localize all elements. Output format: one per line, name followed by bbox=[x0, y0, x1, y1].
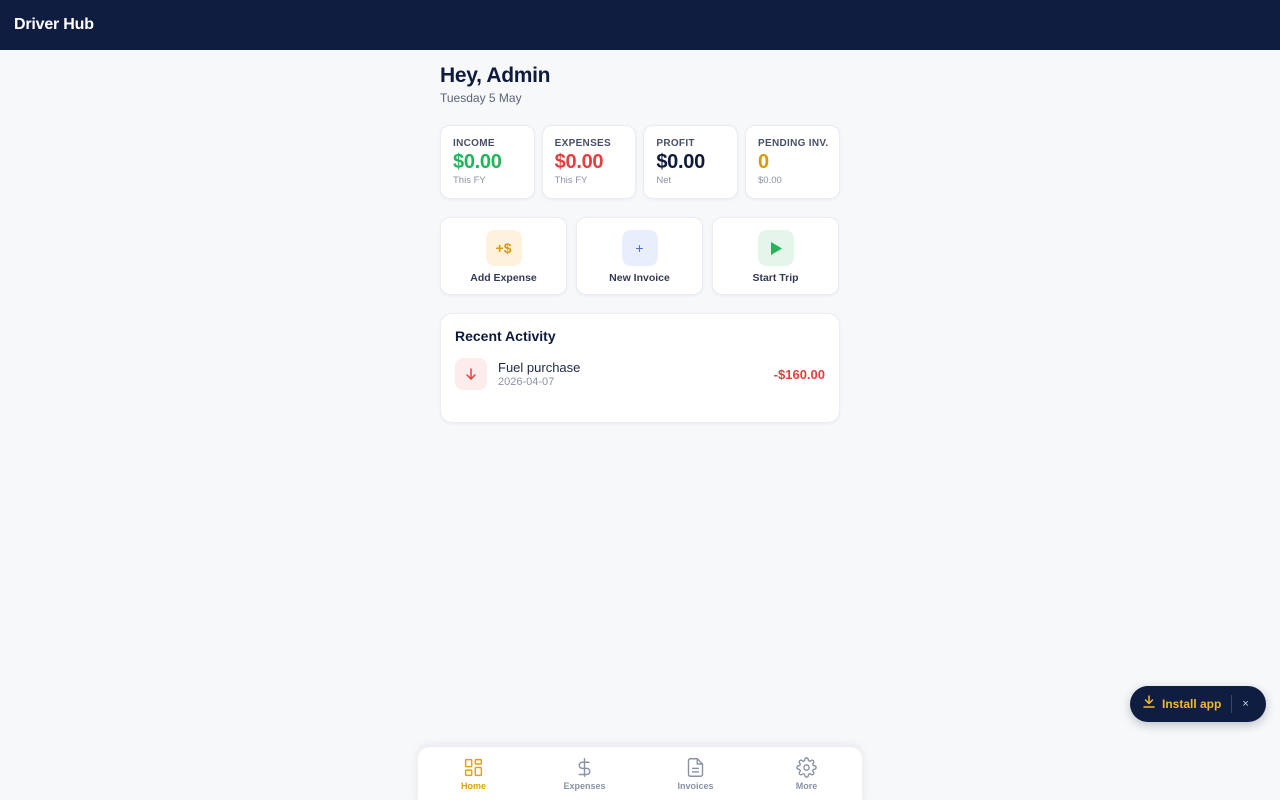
stat-value: $0.00 bbox=[656, 151, 705, 173]
nav-item-invoices[interactable]: Invoices bbox=[640, 747, 751, 800]
stat-label: EXPENSES bbox=[554, 138, 611, 149]
stat-sub: $0.00 bbox=[758, 175, 782, 186]
action-label: Add Expense bbox=[470, 272, 537, 284]
stat-label: PENDING INV. bbox=[758, 138, 829, 149]
download-icon bbox=[1143, 695, 1155, 713]
stat-value: $0.00 bbox=[554, 151, 604, 173]
nav-label: Invoices bbox=[677, 781, 714, 791]
dashboard-main: Hey, Admin Tuesday 5 May INCOME $0.00 Th… bbox=[440, 50, 841, 423]
arrow-down-icon bbox=[455, 358, 487, 390]
document-icon bbox=[687, 758, 704, 777]
nav-label: Home bbox=[460, 781, 486, 791]
greeting-date: Tuesday 5 May bbox=[440, 91, 522, 105]
play-icon bbox=[757, 230, 794, 266]
activity-amount: -$160.00 bbox=[773, 366, 825, 382]
stat-value: $0.00 bbox=[453, 151, 502, 173]
stat-card-profit: PROFIT $0.00 Net bbox=[643, 125, 739, 199]
stat-card-pending-invoices: PENDING INV. 0 $0.00 bbox=[745, 125, 841, 199]
action-label: Start Trip bbox=[752, 272, 799, 284]
app-title: Driver Hub bbox=[14, 16, 94, 33]
stat-sub: This FY bbox=[554, 175, 588, 186]
install-app-label: Install app bbox=[1162, 697, 1222, 711]
dollar-icon bbox=[578, 758, 591, 777]
stat-card-expenses: EXPENSES $0.00 This FY bbox=[541, 125, 637, 199]
add-expense-button[interactable]: +$ Add Expense bbox=[440, 217, 567, 295]
recent-activity-title: Recent Activity bbox=[455, 328, 556, 344]
close-icon[interactable]: × bbox=[1242, 698, 1248, 710]
greeting-title: Hey, Admin bbox=[440, 64, 551, 87]
stat-label: INCOME bbox=[453, 138, 495, 149]
activity-date: 2026-04-07 bbox=[498, 376, 555, 388]
recent-activity-card: Recent Activity Fuel purchase 2026-04-07… bbox=[440, 313, 840, 423]
top-bar: Driver Hub bbox=[0, 0, 1280, 50]
activity-item[interactable]: Fuel purchase 2026-04-07 -$160.00 bbox=[455, 358, 825, 390]
quick-actions: +$ Add Expense + New Invoice Start Trip bbox=[440, 217, 840, 295]
gear-icon bbox=[796, 757, 817, 778]
grid-icon bbox=[464, 758, 483, 777]
nav-label: More bbox=[795, 781, 818, 791]
install-app-button[interactable]: Install app bbox=[1143, 695, 1221, 713]
nav-item-expenses[interactable]: Expenses bbox=[529, 747, 640, 800]
new-invoice-button[interactable]: + New Invoice bbox=[576, 217, 703, 295]
stat-label: PROFIT bbox=[656, 138, 695, 149]
nav-item-home[interactable]: Home bbox=[418, 747, 529, 800]
divider bbox=[1231, 695, 1233, 713]
activity-name: Fuel purchase bbox=[498, 360, 581, 375]
stat-value: 0 bbox=[758, 151, 769, 173]
nav-label: Expenses bbox=[563, 781, 606, 791]
plus-icon: + bbox=[621, 230, 658, 266]
stat-sub: This FY bbox=[453, 175, 486, 186]
action-label: New Invoice bbox=[609, 272, 670, 284]
stats-row: INCOME $0.00 This FY EXPENSES $0.00 This… bbox=[440, 125, 841, 199]
bottom-nav: Home Expenses Invoices More bbox=[418, 747, 862, 800]
stat-card-income: INCOME $0.00 This FY bbox=[440, 125, 535, 199]
add-money-icon: +$ bbox=[485, 230, 522, 266]
start-trip-button[interactable]: Start Trip bbox=[712, 217, 839, 295]
nav-item-more[interactable]: More bbox=[751, 747, 862, 800]
install-app-banner: Install app × bbox=[1130, 686, 1266, 722]
stat-sub: Net bbox=[656, 175, 672, 186]
